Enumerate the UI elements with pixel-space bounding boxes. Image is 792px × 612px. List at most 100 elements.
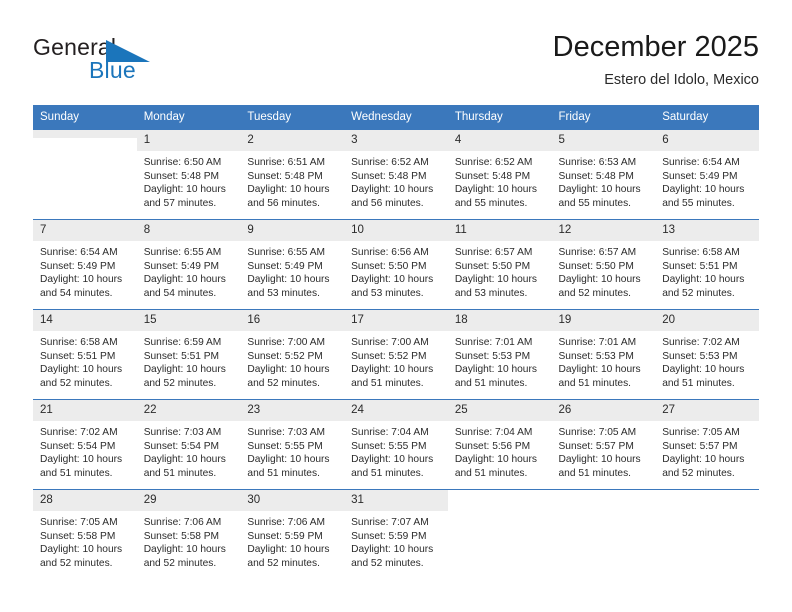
day-number: 29 [136, 490, 241, 511]
calendar-day-cell[interactable]: 13 Sunrise: 6:58 AM Sunset: 5:51 PM Dayligh… [655, 219, 759, 310]
calendar-day-cell[interactable]: 11 Sunrise: 6:57 AM Sunset: 5:50 PM Dayligh… [447, 219, 552, 310]
calendar-day-cell[interactable]: 27 Sunrise: 7:05 AM Sunset: 5:57 PM Dayligh… [655, 399, 759, 490]
logo-text-blue: Blue [89, 57, 136, 83]
calendar-day-cell[interactable]: 25 Sunrise: 7:04 AM Sunset: 5:56 PM Dayligh… [447, 399, 552, 490]
calendar-day-cell[interactable]: 4 Sunrise: 6:52 AM Sunset: 5:48 PM Daylight… [447, 129, 552, 220]
daylight-text: Daylight: 10 hours and 52 minutes. [40, 544, 123, 569]
day-number: 30 [240, 490, 345, 511]
calendar-week-row: 28 Sunrise: 7:05 AM Sunset: 5:58 PM Dayligh… [33, 489, 759, 580]
calendar-day-cell[interactable]: 2 Sunrise: 6:51 AM Sunset: 5:48 PM Daylight… [240, 129, 345, 220]
calendar-day-cell[interactable]: 31 Sunrise: 7:07 AM Sunset: 5:59 PM Dayligh… [344, 489, 448, 580]
day-number: 26 [551, 400, 656, 421]
sunrise-text: Sunrise: 7:05 AM [558, 427, 637, 438]
day-number: 23 [240, 400, 345, 421]
weekday-header-sunday: Sunday [33, 105, 137, 130]
day-number: 2 [240, 130, 345, 151]
day-details: Sunrise: 6:57 AM Sunset: 5:50 PM Daylight:… [552, 241, 656, 300]
calendar-day-cell[interactable]: 19 Sunrise: 7:01 AM Sunset: 5:53 PM Dayligh… [551, 309, 656, 400]
calendar-day-cell[interactable]: 28 Sunrise: 7:05 AM Sunset: 5:58 PM Dayligh… [33, 489, 137, 580]
calendar-day-cell[interactable]: 21 Sunrise: 7:02 AM Sunset: 5:54 PM Dayligh… [33, 399, 137, 490]
day-number: 6 [655, 130, 759, 151]
daylight-text: Daylight: 10 hours and 56 minutes. [247, 184, 330, 209]
sunset-text: Sunset: 5:54 PM [143, 440, 220, 452]
calendar-day-cell[interactable]: 8 Sunrise: 6:55 AM Sunset: 5:49 PM Daylight… [136, 219, 241, 310]
calendar-day-cell[interactable]: 18 Sunrise: 7:01 AM Sunset: 5:53 PM Dayligh… [447, 309, 552, 400]
calendar-cell-empty [33, 129, 137, 220]
calendar-day-cell[interactable]: 20 Sunrise: 7:02 AM Sunset: 5:53 PM Dayligh… [655, 309, 759, 400]
calendar-day-cell[interactable]: 6 Sunrise: 6:54 AM Sunset: 5:49 PM Daylight… [655, 129, 759, 220]
calendar-cell-empty [447, 489, 552, 580]
sunset-text: Sunset: 5:58 PM [143, 530, 220, 542]
sunrise-text: Sunrise: 6:51 AM [247, 157, 325, 168]
day-details: Sunrise: 7:03 AM Sunset: 5:55 PM Daylight:… [240, 421, 344, 480]
sunset-text: Sunset: 5:53 PM [662, 350, 738, 362]
calendar-week-row: 7 Sunrise: 6:54 AM Sunset: 5:49 PM Daylight… [33, 219, 759, 310]
day-details: Sunrise: 7:00 AM Sunset: 5:52 PM Daylight:… [344, 331, 448, 390]
daylight-text: Daylight: 10 hours and 52 minutes. [143, 544, 226, 569]
day-number: 28 [33, 490, 137, 511]
sunrise-text: Sunrise: 7:00 AM [247, 337, 325, 348]
daylight-text: Daylight: 10 hours and 52 minutes. [351, 544, 434, 569]
general-blue-logo[interactable]: General Blue [33, 34, 193, 90]
calendar-day-cell[interactable]: 22 Sunrise: 7:03 AM Sunset: 5:54 PM Dayligh… [136, 399, 241, 490]
page-subtitle: Estero del Idolo, Mexico [604, 72, 759, 88]
calendar-day-cell[interactable]: 12 Sunrise: 6:57 AM Sunset: 5:50 PM Dayligh… [551, 219, 656, 310]
day-number: 31 [344, 490, 448, 511]
daylight-text: Daylight: 10 hours and 53 minutes. [247, 274, 330, 299]
sunrise-text: Sunrise: 7:01 AM [454, 337, 533, 348]
day-details: Sunrise: 6:54 AM Sunset: 5:49 PM Daylight:… [655, 151, 759, 210]
day-details: Sunrise: 7:04 AM Sunset: 5:56 PM Daylight:… [448, 421, 552, 480]
daylight-text: Daylight: 10 hours and 55 minutes. [662, 184, 745, 209]
daylight-text: Daylight: 10 hours and 57 minutes. [143, 184, 226, 209]
day-details: Sunrise: 6:52 AM Sunset: 5:48 PM Daylight:… [448, 151, 552, 210]
daylight-text: Daylight: 10 hours and 51 minutes. [351, 454, 434, 479]
daylight-text: Daylight: 10 hours and 55 minutes. [558, 184, 641, 209]
calendar-cell-empty [551, 489, 656, 580]
day-details: Sunrise: 6:57 AM Sunset: 5:50 PM Daylight:… [448, 241, 552, 300]
sunrise-text: Sunrise: 7:00 AM [351, 337, 429, 348]
sunset-text: Sunset: 5:49 PM [247, 260, 323, 272]
sunrise-text: Sunrise: 6:50 AM [143, 157, 222, 168]
calendar-day-cell[interactable]: 16 Sunrise: 7:00 AM Sunset: 5:52 PM Dayligh… [240, 309, 345, 400]
sunrise-text: Sunrise: 7:05 AM [40, 517, 118, 528]
day-details: Sunrise: 7:03 AM Sunset: 5:54 PM Daylight:… [137, 421, 241, 480]
day-number: 18 [447, 310, 552, 331]
sunrise-text: Sunrise: 6:52 AM [351, 157, 429, 168]
day-number: 7 [33, 220, 137, 241]
day-number: 9 [240, 220, 345, 241]
sunset-text: Sunset: 5:56 PM [454, 440, 531, 452]
daylight-text: Daylight: 10 hours and 52 minutes. [662, 274, 745, 299]
calendar-day-cell[interactable]: 24 Sunrise: 7:04 AM Sunset: 5:55 PM Dayligh… [344, 399, 448, 490]
sunrise-text: Sunrise: 6:54 AM [662, 157, 740, 168]
sunrise-text: Sunrise: 7:06 AM [247, 517, 325, 528]
calendar-day-cell[interactable]: 15 Sunrise: 6:59 AM Sunset: 5:51 PM Dayligh… [136, 309, 241, 400]
sunrise-text: Sunrise: 7:02 AM [40, 427, 118, 438]
calendar-day-cell[interactable]: 14 Sunrise: 6:58 AM Sunset: 5:51 PM Dayligh… [33, 309, 137, 400]
sunrise-text: Sunrise: 6:55 AM [247, 247, 325, 258]
sunrise-text: Sunrise: 6:52 AM [454, 157, 533, 168]
daylight-text: Daylight: 10 hours and 54 minutes. [143, 274, 226, 299]
calendar-day-cell[interactable]: 26 Sunrise: 7:05 AM Sunset: 5:57 PM Dayligh… [551, 399, 656, 490]
calendar-day-cell[interactable]: 7 Sunrise: 6:54 AM Sunset: 5:49 PM Daylight… [33, 219, 137, 310]
daylight-text: Daylight: 10 hours and 53 minutes. [454, 274, 537, 299]
calendar-day-cell[interactable]: 3 Sunrise: 6:52 AM Sunset: 5:48 PM Daylight… [344, 129, 448, 220]
calendar-day-cell[interactable]: 10 Sunrise: 6:56 AM Sunset: 5:50 PM Dayligh… [344, 219, 448, 310]
calendar-day-cell[interactable]: 1 Sunrise: 6:50 AM Sunset: 5:48 PM Daylight… [136, 129, 241, 220]
sunrise-text: Sunrise: 7:03 AM [143, 427, 222, 438]
sunset-text: Sunset: 5:59 PM [247, 530, 323, 542]
day-details: Sunrise: 6:55 AM Sunset: 5:49 PM Daylight:… [240, 241, 344, 300]
calendar-day-cell[interactable]: 23 Sunrise: 7:03 AM Sunset: 5:55 PM Dayligh… [240, 399, 345, 490]
calendar-day-cell[interactable]: 29 Sunrise: 7:06 AM Sunset: 5:58 PM Dayligh… [136, 489, 241, 580]
day-details: Sunrise: 6:53 AM Sunset: 5:48 PM Daylight:… [552, 151, 656, 210]
sunrise-text: Sunrise: 6:58 AM [40, 337, 118, 348]
day-number: 25 [447, 400, 552, 421]
calendar-day-cell[interactable]: 9 Sunrise: 6:55 AM Sunset: 5:49 PM Daylight… [240, 219, 345, 310]
calendar-grid: Sunday Monday Tuesday Wednesday Thursday… [33, 105, 759, 580]
calendar-day-cell[interactable]: 5 Sunrise: 6:53 AM Sunset: 5:48 PM Daylight… [551, 129, 656, 220]
day-details: Sunrise: 7:06 AM Sunset: 5:58 PM Daylight:… [137, 511, 241, 570]
calendar-day-cell[interactable]: 30 Sunrise: 7:06 AM Sunset: 5:59 PM Dayligh… [240, 489, 345, 580]
calendar-day-cell[interactable]: 17 Sunrise: 7:00 AM Sunset: 5:52 PM Dayligh… [344, 309, 448, 400]
daylight-text: Daylight: 10 hours and 52 minutes. [40, 364, 123, 389]
day-number: 8 [136, 220, 241, 241]
sunset-text: Sunset: 5:52 PM [247, 350, 323, 362]
